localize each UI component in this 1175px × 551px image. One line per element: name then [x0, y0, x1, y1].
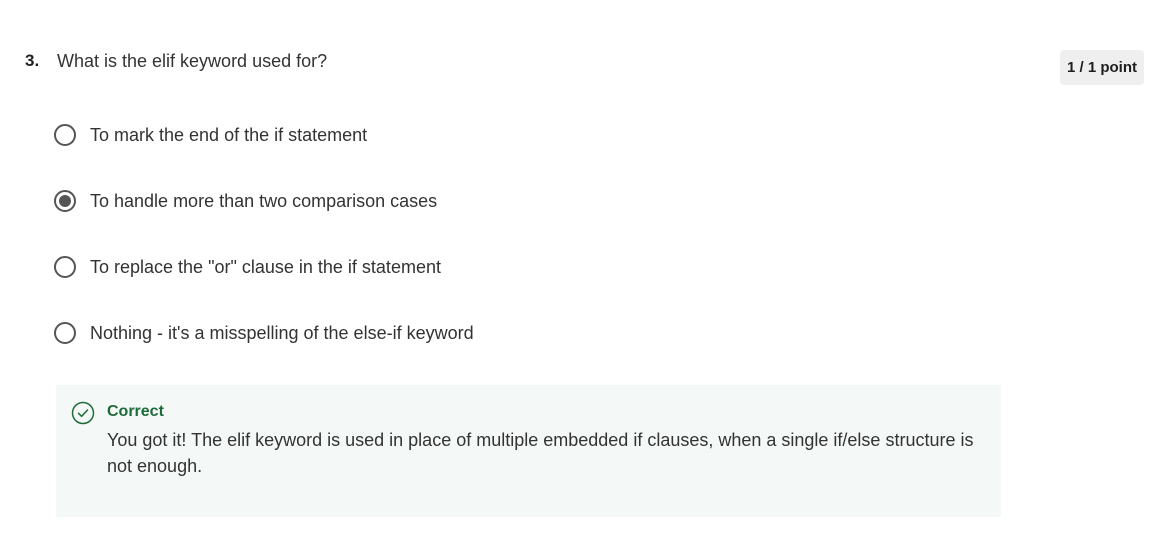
answer-option[interactable]: To handle more than two comparison cases [54, 184, 474, 218]
answer-option[interactable]: To replace the "or" clause in the if sta… [54, 250, 474, 284]
answer-options: To mark the end of the if statement To h… [54, 118, 474, 382]
option-label: To mark the end of the if statement [90, 124, 368, 145]
radio-button[interactable] [54, 322, 76, 344]
radio-button[interactable] [54, 256, 76, 278]
option-label: To replace the "or" clause in the if sta… [90, 256, 441, 277]
radio-button-selected[interactable] [54, 190, 76, 212]
radio-button[interactable] [54, 124, 76, 146]
question-text: What is the elif keyword used for? [57, 51, 328, 71]
score-badge: 1 / 1 point [1060, 50, 1144, 85]
question-number: 3. [25, 51, 40, 70]
answer-option[interactable]: Nothing - it's a misspelling of the else… [54, 316, 474, 350]
feedback-title: Correct [107, 403, 164, 420]
feedback-text: You got it! The elif keyword is used in … [107, 430, 974, 476]
option-label: Nothing - it's a misspelling of the else… [90, 322, 474, 343]
feedback-panel: Correct You got it! The elif keyword is … [56, 385, 1001, 517]
option-label: To handle more than two comparison cases [90, 190, 438, 211]
answer-option[interactable]: To mark the end of the if statement [54, 118, 474, 152]
check-circle-icon [71, 401, 95, 425]
